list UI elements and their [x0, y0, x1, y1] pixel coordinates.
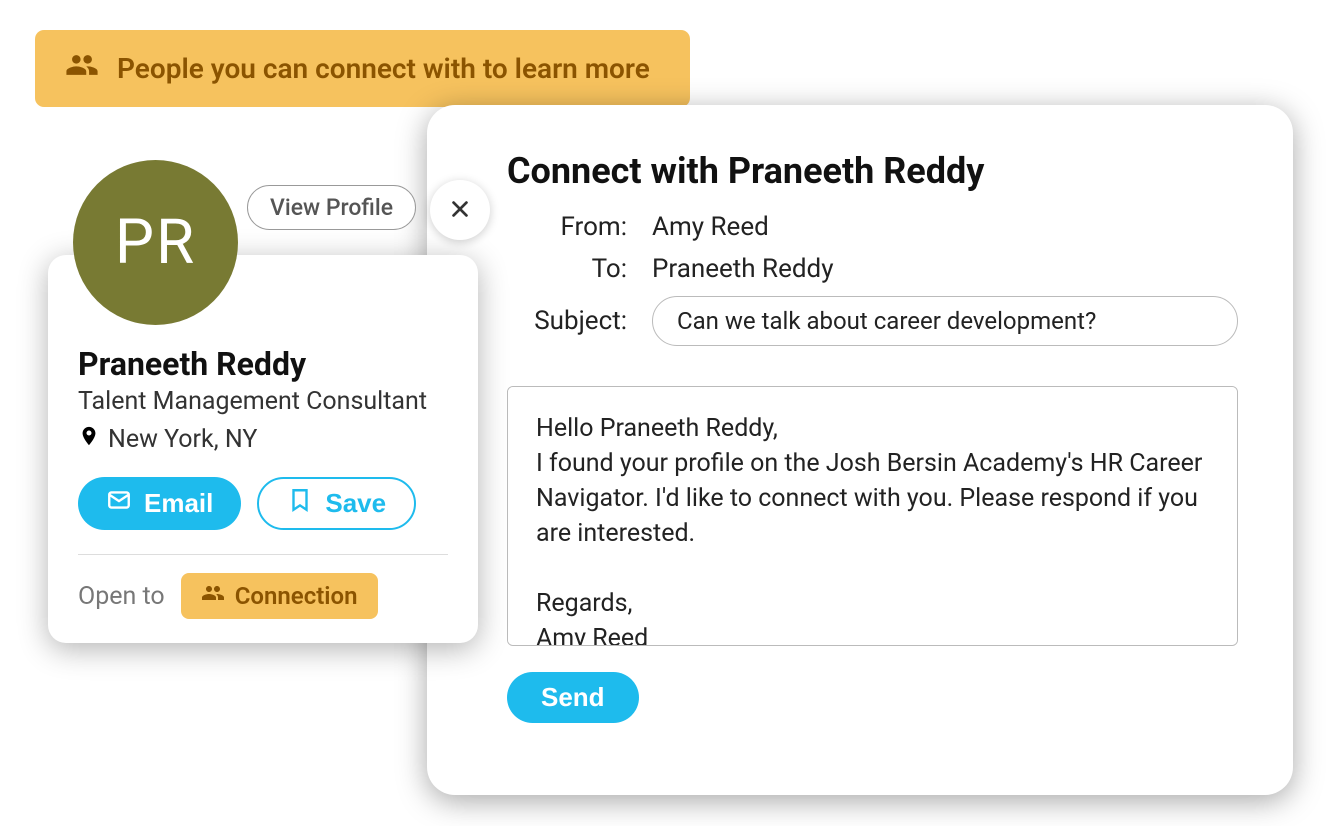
bookmark-icon	[287, 487, 313, 520]
subject-row: Subject:	[507, 296, 1238, 346]
message-textarea[interactable]	[507, 386, 1238, 646]
profile-location: New York, NY	[78, 422, 448, 457]
divider	[78, 554, 448, 555]
profile-name: Praneeth Reddy	[78, 345, 448, 383]
send-button[interactable]: Send	[507, 672, 639, 723]
banner-text: People you can connect with to learn mor…	[117, 52, 650, 85]
avatar: PR	[73, 160, 238, 325]
to-value: Praneeth Reddy	[652, 254, 1238, 284]
open-to-row: Open to Connection	[78, 573, 448, 619]
from-label: From:	[507, 212, 627, 242]
email-button[interactable]: Email	[78, 477, 241, 530]
compose-panel: Connect with Praneeth Reddy From: Amy Re…	[427, 105, 1293, 795]
profile-title: Talent Management Consultant	[78, 387, 448, 416]
location-pin-icon	[78, 422, 100, 457]
email-label: Email	[144, 488, 213, 519]
from-row: From: Amy Reed	[507, 212, 1238, 242]
subject-input[interactable]	[652, 296, 1238, 346]
to-row: To: Praneeth Reddy	[507, 254, 1238, 284]
to-label: To:	[507, 254, 627, 284]
open-to-label: Open to	[78, 582, 165, 611]
subject-label: Subject:	[507, 306, 627, 336]
save-label: Save	[325, 488, 386, 519]
connect-banner: People you can connect with to learn mor…	[35, 30, 690, 107]
close-button[interactable]	[430, 180, 490, 240]
compose-title: Connect with Praneeth Reddy	[507, 150, 1238, 192]
profile-card: PR Praneeth Reddy Talent Management Cons…	[48, 255, 478, 643]
close-icon	[449, 193, 471, 228]
profile-actions: Email Save	[78, 477, 448, 530]
connection-badge: Connection	[181, 573, 378, 619]
connection-badge-text: Connection	[235, 582, 358, 610]
people-icon	[65, 48, 99, 89]
email-icon	[106, 487, 132, 520]
view-profile-button[interactable]: View Profile	[247, 185, 416, 230]
avatar-initials: PR	[115, 206, 196, 279]
from-value: Amy Reed	[652, 212, 1238, 242]
location-text: New York, NY	[108, 425, 257, 454]
save-button[interactable]: Save	[257, 477, 416, 530]
people-icon	[201, 581, 225, 611]
